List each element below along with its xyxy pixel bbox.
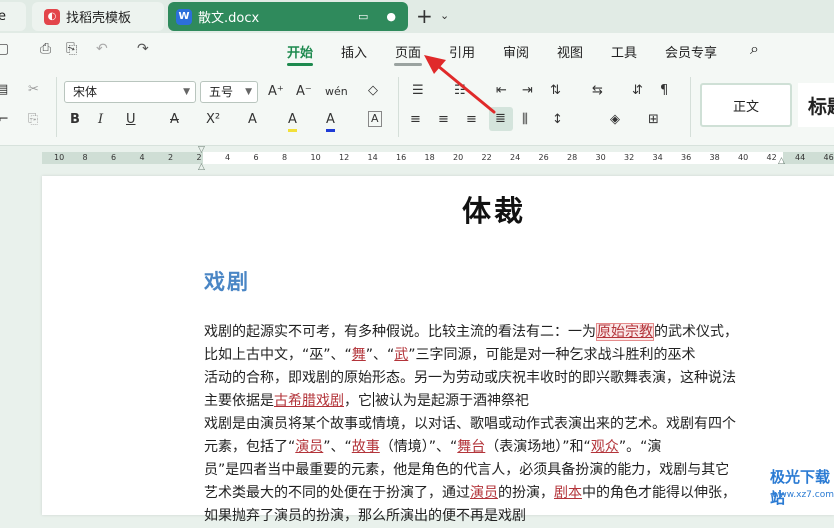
arrow-shaft xyxy=(436,64,496,114)
watermark-url: www.xz7.com xyxy=(772,490,834,500)
watermark-text: 极光下载站 xyxy=(770,468,831,507)
annotation-arrow xyxy=(424,55,496,114)
